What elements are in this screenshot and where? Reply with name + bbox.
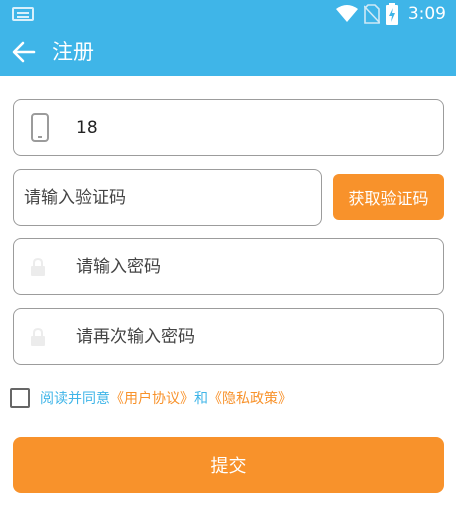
phone-input[interactable] <box>76 100 426 155</box>
password-field <box>13 238 444 295</box>
status-icons: 3:09 <box>335 2 446 26</box>
agreement-row: 阅读并同意 《用户协议》 和 《隐私政策》 <box>10 386 292 410</box>
page-title: 注册 <box>52 40 94 64</box>
agreement-checkbox[interactable] <box>10 388 30 408</box>
lock-icon <box>31 328 45 346</box>
status-time: 3:09 <box>407 4 446 24</box>
app-bar: 注册 <box>0 28 456 76</box>
no-sim-icon <box>363 4 380 24</box>
keyboard-icon <box>12 7 34 21</box>
verification-code-field <box>13 169 322 226</box>
battery-charging-icon <box>385 3 398 25</box>
submit-button[interactable]: 提交 <box>13 437 444 493</box>
password-input[interactable] <box>76 239 426 294</box>
confirm-password-field <box>13 308 444 365</box>
user-agreement-link[interactable]: 《用户协议》 <box>110 388 194 408</box>
lock-icon <box>31 258 45 276</box>
confirm-password-input[interactable] <box>76 309 426 364</box>
verification-code-input[interactable] <box>24 170 314 225</box>
phone-field <box>13 99 444 156</box>
back-arrow-icon[interactable] <box>10 38 38 66</box>
privacy-policy-link[interactable]: 《隐私政策》 <box>208 388 292 408</box>
wifi-icon <box>335 5 358 22</box>
phone-icon <box>31 113 49 142</box>
get-code-button[interactable]: 获取验证码 <box>333 174 444 220</box>
agreement-prefix: 阅读并同意 <box>40 391 110 407</box>
agreement-conjunction: 和 <box>194 391 208 407</box>
status-bar: 3:09 <box>0 0 456 28</box>
